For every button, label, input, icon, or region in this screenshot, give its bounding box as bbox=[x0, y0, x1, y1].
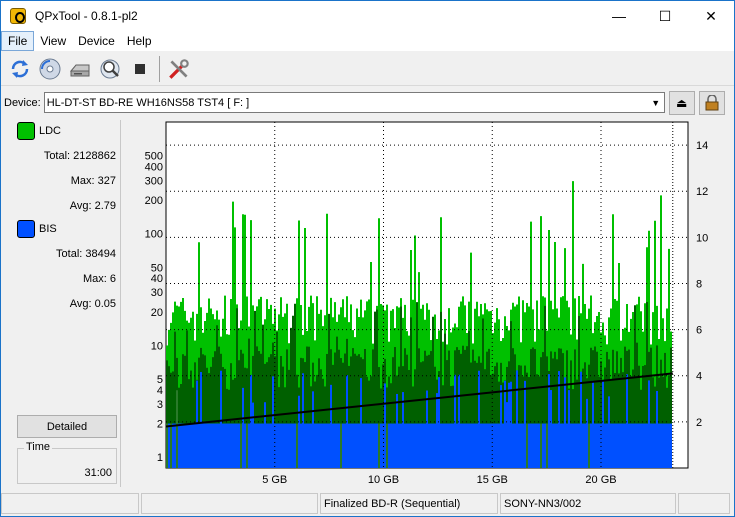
status-cell-5 bbox=[678, 493, 730, 514]
menu-help[interactable]: Help bbox=[121, 31, 158, 51]
time-group: Time 31:00 bbox=[17, 441, 117, 484]
close-button[interactable]: ✕ bbox=[688, 1, 734, 31]
ldc-avg: Avg: 2.79 bbox=[70, 200, 116, 212]
bis-max-value: 6 bbox=[109, 273, 116, 285]
left-axis-tick-label: 100 bbox=[145, 229, 163, 241]
left-axis-tick-label: 5 bbox=[157, 374, 163, 386]
left-axis-tick-label: 4 bbox=[157, 385, 163, 397]
dropdown-arrow-icon: ▼ bbox=[651, 97, 661, 108]
title-bar: QPxTool - 0.8.1-pl2 — ☐ ✕ bbox=[1, 1, 734, 31]
bis-max-label: Max: bbox=[82, 273, 107, 285]
status-cell-2 bbox=[141, 493, 318, 514]
x-axis-tick-label: 5 GB bbox=[262, 474, 287, 486]
right-axis-tick-label: 14 bbox=[696, 140, 708, 152]
eject-button[interactable]: ⏏ bbox=[668, 90, 695, 115]
x-axis-tick-label: 20 GB bbox=[585, 474, 616, 486]
ldc-avg-value: 2.79 bbox=[94, 200, 116, 212]
menu-bar: File View Device Help bbox=[1, 31, 734, 51]
ldc-max: Max: 327 bbox=[71, 175, 116, 187]
left-axis-tick-label: 30 bbox=[151, 287, 163, 299]
bis-label: BIS bbox=[39, 223, 57, 235]
bis-total-value: 38494 bbox=[85, 248, 116, 260]
right-axis-tick-label: 4 bbox=[696, 371, 702, 383]
left-axis-tick-label: 50 bbox=[151, 262, 163, 274]
left-axis-tick-label: 500 bbox=[145, 151, 163, 163]
window-title: QPxTool - 0.8.1-pl2 bbox=[35, 9, 138, 23]
left-axis-tick-label: 1 bbox=[157, 452, 163, 464]
ldc-legend: LDC bbox=[17, 122, 61, 140]
device-bar: Device: HL-DT-ST BD-RE WH16NS58 TST4 [ F… bbox=[1, 89, 734, 116]
ldc-max-label: Max: bbox=[70, 175, 95, 187]
left-axis-tick-label: 2 bbox=[157, 419, 163, 431]
left-axis-tick-label: 400 bbox=[145, 161, 163, 173]
scan-button[interactable] bbox=[95, 54, 125, 84]
device-select[interactable]: HL-DT-ST BD-RE WH16NS58 TST4 [ F: ] ▼ bbox=[43, 92, 665, 113]
right-axis-tick-label: 12 bbox=[696, 186, 708, 198]
maximize-button[interactable]: ☐ bbox=[642, 1, 688, 31]
menu-device[interactable]: Device bbox=[72, 31, 121, 51]
stats-panel: LDC Total: 2128862 Max: 327 Avg: 2.79 BI… bbox=[9, 120, 121, 487]
left-axis-tick-label: 20 bbox=[151, 307, 163, 319]
left-axis-tick-label: 40 bbox=[151, 273, 163, 285]
tools-button[interactable] bbox=[164, 54, 194, 84]
disc-info-button[interactable] bbox=[35, 54, 65, 84]
minimize-button[interactable]: — bbox=[596, 1, 642, 31]
menu-file[interactable]: File bbox=[1, 31, 35, 51]
ldc-max-value: 327 bbox=[97, 175, 116, 187]
scan-chart: 1234510203040501002003004005002468101214… bbox=[145, 121, 708, 486]
disc-info-icon bbox=[39, 58, 61, 79]
ldc-total: Total: 2128862 bbox=[44, 150, 116, 162]
tools-icon bbox=[169, 58, 189, 79]
bis-total: Total: 38494 bbox=[56, 248, 116, 260]
refresh-button[interactable] bbox=[5, 54, 35, 84]
ldc-label: LDC bbox=[39, 125, 62, 137]
bis-avg: Avg: 0.05 bbox=[70, 298, 116, 310]
qpxtool-logo-icon bbox=[10, 8, 26, 24]
bis-legend: BIS bbox=[17, 220, 57, 238]
bis-total-label: Total: bbox=[56, 248, 83, 260]
time-label: Time bbox=[24, 441, 53, 453]
eject-icon: ⏏ bbox=[676, 95, 688, 110]
drive-icon bbox=[69, 64, 90, 76]
lock-icon bbox=[705, 94, 719, 110]
x-axis-tick-label: 15 GB bbox=[477, 474, 508, 486]
bis-avg-label: Avg: bbox=[69, 298, 92, 310]
drive-button[interactable] bbox=[65, 54, 95, 84]
ldc-total-label: Total: bbox=[43, 150, 71, 162]
x-axis-tick-label: 10 GB bbox=[368, 474, 399, 486]
refresh-icon bbox=[11, 59, 29, 78]
menu-view[interactable]: View bbox=[34, 31, 72, 51]
detailed-button[interactable]: Detailed bbox=[17, 415, 117, 438]
device-label: Device: bbox=[4, 96, 41, 109]
status-bar: Finalized BD-R (Sequential) SONY-NN3/002 bbox=[1, 493, 734, 516]
right-axis-tick-label: 10 bbox=[696, 232, 708, 244]
time-value: 31:00 bbox=[84, 467, 112, 479]
ldc-avg-label: Avg: bbox=[69, 200, 92, 212]
bis-max: Max: 6 bbox=[83, 273, 116, 285]
ldc-color-swatch bbox=[17, 122, 35, 140]
status-media-id: SONY-NN3/002 bbox=[500, 493, 676, 514]
app-window: QPxTool - 0.8.1-pl2 — ☐ ✕ File View Devi… bbox=[0, 0, 735, 517]
scan-magnifier-icon bbox=[100, 59, 120, 78]
right-axis-tick-label: 8 bbox=[696, 278, 702, 290]
bis-color-swatch bbox=[17, 220, 35, 238]
stop-button[interactable] bbox=[125, 54, 155, 84]
left-axis-tick-label: 3 bbox=[157, 399, 163, 411]
status-cell-1 bbox=[1, 493, 139, 514]
right-axis-tick-label: 6 bbox=[696, 325, 702, 337]
right-axis-tick-label: 2 bbox=[696, 417, 702, 429]
device-selected-value: HL-DT-ST BD-RE WH16NS58 TST4 [ F: ] bbox=[46, 96, 250, 109]
status-disc-type: Finalized BD-R (Sequential) bbox=[320, 493, 498, 514]
lock-button[interactable] bbox=[698, 90, 725, 115]
stop-icon bbox=[135, 63, 145, 74]
toolbar bbox=[1, 52, 734, 86]
left-axis-tick-label: 300 bbox=[145, 175, 163, 187]
ldc-total-value: 2128862 bbox=[73, 150, 116, 162]
bis-avg-value: 0.05 bbox=[94, 298, 116, 310]
left-axis-tick-label: 10 bbox=[151, 340, 163, 352]
left-axis-tick-label: 200 bbox=[145, 195, 163, 207]
toolbar-separator bbox=[159, 55, 160, 82]
